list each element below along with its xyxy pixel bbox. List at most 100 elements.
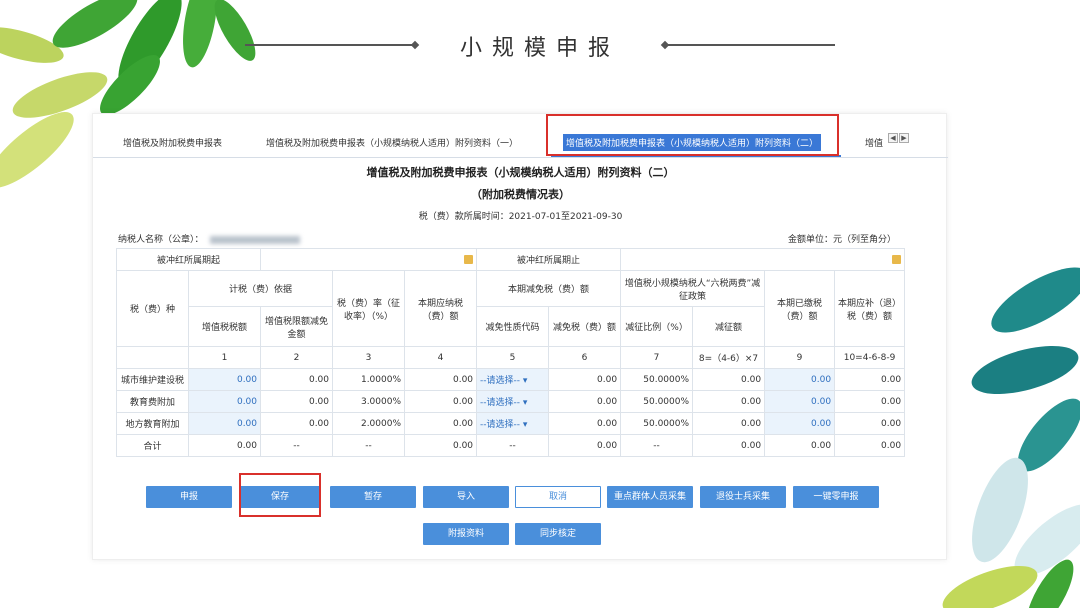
key-group-collect-button[interactable]: 重点群体人员采集 (607, 486, 693, 508)
declare-button[interactable]: 申报 (146, 486, 232, 508)
header-payable: 本期应纳税（费）额 (404, 270, 478, 347)
tab-next-icon[interactable]: ▶ (899, 133, 909, 143)
tab-overflow[interactable]: 增值 (865, 136, 883, 149)
cell-value: 0.00 (692, 390, 766, 413)
cell-value: 50.0000% (620, 412, 694, 435)
row-tax-name: 地方教育附加 (116, 412, 189, 435)
cell-value: 0.00 (548, 390, 622, 413)
col-num: 10=4-6-8-9 (834, 346, 906, 369)
temp-save-button[interactable]: 暂存 (330, 486, 416, 508)
zero-declare-button[interactable]: 一键零申报 (793, 486, 879, 508)
header-nature-code: 减免性质代码 (476, 306, 550, 347)
tab-main-declaration[interactable]: 增值税及附加税费申报表 (123, 136, 222, 149)
paid-amount-input[interactable]: 0.00 (764, 412, 836, 435)
vat-amount-input[interactable]: 0.00 (187, 412, 262, 435)
cell-value: 50.0000% (620, 368, 694, 391)
header-vat: 增值税税额 (187, 306, 262, 347)
paid-amount-input[interactable]: 0.00 (764, 368, 836, 391)
cell-value: 0.00 (834, 368, 906, 391)
cell-value: 0.00 (692, 434, 766, 457)
taxpayer-name-redacted (209, 235, 300, 244)
tab-scroll-controls: ◀ ▶ (888, 133, 909, 143)
nature-code-select[interactable]: --请选择-- ▾ (476, 390, 550, 413)
row-tax-name: 教育费附加 (116, 390, 189, 413)
header-tax-type: 税（费）种 (116, 270, 189, 347)
cell-value: 0.00 (404, 368, 478, 391)
header-basis: 计税（费）依据 (187, 270, 334, 307)
col-num: 6 (548, 346, 622, 369)
cell-value: 0.00 (764, 434, 836, 457)
col-num: 3 (332, 346, 406, 369)
surcharge-table: 被冲红所属期起 被冲红所属期止 税（费）种 计税（费）依据 税（费）率（征收率）… (115, 248, 906, 457)
sync-check-button[interactable]: 同步核定 (515, 523, 601, 545)
cell-value: 0.00 (834, 434, 906, 457)
col-num: 5 (476, 346, 550, 369)
cell-value: -- (476, 434, 550, 457)
cell-value: 0.00 (692, 368, 766, 391)
offset-end-label: 被冲红所属期止 (476, 248, 622, 271)
veterans-collect-button[interactable]: 退役士兵采集 (700, 486, 786, 508)
title-divider-left (245, 44, 415, 46)
col-num: 4 (404, 346, 478, 369)
header-reduction: 本期减免税（费）额 (476, 270, 622, 307)
cell-value: 2.0000% (332, 412, 406, 435)
select-value: --请选择-- (480, 398, 521, 408)
cell-value: -- (332, 434, 406, 457)
header-vat-limit: 增值税限额减免金额 (260, 306, 334, 347)
col-num: 8=（4-6）×7 (692, 346, 766, 369)
currency-unit: 金额单位：元（列至角分） (787, 235, 896, 245)
tax-form-screenshot: 增值税及附加税费申报表 增值税及附加税费申报表（小规模纳税人适用）附列资料（一）… (92, 113, 948, 560)
cell-value: 1.0000% (332, 368, 406, 391)
vat-amount-input[interactable]: 0.00 (187, 368, 262, 391)
header-cut-amount: 减征额 (692, 306, 766, 347)
cancel-button[interactable]: 取消 (515, 486, 601, 508)
cell-value: 0.00 (548, 434, 622, 457)
calendar-icon[interactable] (464, 255, 474, 264)
header-rate: 税（费）率（征收率）（%） (332, 270, 406, 347)
offset-start-field[interactable] (260, 248, 478, 271)
table-row: 城市维护建设税 0.00 0.00 1.0000% 0.00 --请选择-- ▾… (116, 368, 906, 391)
col-num: 2 (260, 346, 334, 369)
cell-value: 0.00 (548, 368, 622, 391)
column-number-row: 1 2 3 4 5 6 7 8=（4-6）×7 9 10=4-6-8-9 (116, 346, 906, 369)
cell-value: 0.00 (834, 412, 906, 435)
col-num: 9 (764, 346, 836, 369)
header-six-taxes-policy: 增值税小规模纳税人“六税两费”减征政策 (620, 270, 766, 307)
cell-value: 0.00 (187, 434, 262, 457)
chevron-down-icon: ▾ (522, 376, 528, 386)
col-num: 7 (620, 346, 694, 369)
form-title: 增值税及附加税费申报表（小规模纳税人适用）附列资料（二） (366, 166, 675, 179)
chevron-down-icon: ▾ (522, 420, 528, 430)
cell-value: 0.00 (404, 434, 478, 457)
cell-value: 0.00 (692, 412, 766, 435)
calendar-icon[interactable] (892, 255, 902, 264)
nature-code-select[interactable]: --请选择-- ▾ (476, 368, 550, 391)
nature-code-select[interactable]: --请选择-- ▾ (476, 412, 550, 435)
paid-amount-input[interactable]: 0.00 (764, 390, 836, 413)
cell-value: -- (260, 434, 334, 457)
cell-value: 0.00 (260, 390, 334, 413)
select-value: --请选择-- (480, 420, 521, 430)
cell-value: 0.00 (834, 390, 906, 413)
header-reduction-amount: 减免税（费）额 (548, 306, 622, 347)
chevron-down-icon: ▾ (522, 398, 528, 408)
leaf-decoration-right (942, 267, 1080, 608)
slide-title: 小规模申报 (459, 36, 620, 61)
cell-value: 0.00 (404, 390, 478, 413)
taxpayer-label: 纳税人名称（公章）： (118, 235, 204, 245)
total-label: 合计 (116, 434, 189, 457)
attachments-button[interactable]: 附报资料 (423, 523, 509, 545)
header-paid: 本期已缴税（费）额 (764, 270, 836, 347)
table-row: 地方教育附加 0.00 0.00 2.0000% 0.00 --请选择-- ▾ … (116, 412, 906, 435)
vat-amount-input[interactable]: 0.00 (187, 390, 262, 413)
offset-end-field[interactable] (620, 248, 906, 271)
import-button[interactable]: 导入 (423, 486, 509, 508)
col-num: 1 (187, 346, 262, 369)
taxpayer-name: 纳税人名称（公章）： (118, 232, 300, 245)
tab-highlight-box (546, 114, 839, 156)
select-value: --请选择-- (480, 376, 521, 386)
cell-value: 3.0000% (332, 390, 406, 413)
tab-prev-icon[interactable]: ◀ (888, 133, 898, 143)
offset-start-label: 被冲红所属期起 (115, 248, 262, 271)
tab-attachment-one[interactable]: 增值税及附加税费申报表（小规模纳税人适用）附列资料（一） (266, 136, 518, 149)
